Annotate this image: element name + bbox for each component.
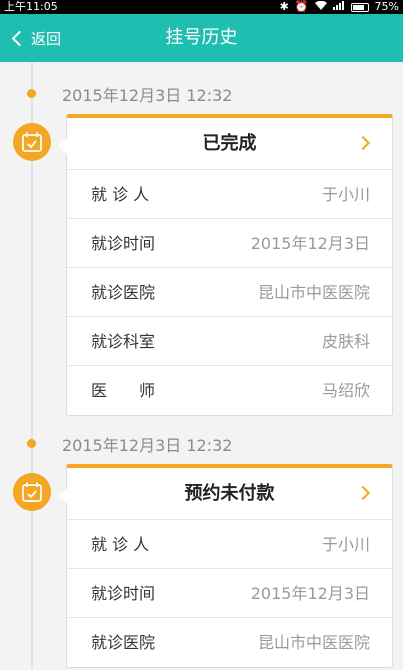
wifi-icon [314,0,327,14]
hospital-label: 就诊医院 [91,283,156,302]
doctor-label: 医 师 [91,381,156,400]
patient-label: 就 诊 人 [91,535,150,554]
record-datetime: 2015年12月3日 12:32 [62,86,233,105]
detail-row: 就诊时间 2015年12月3日 [67,219,392,268]
status-bar: 上午11:05 ✱ ⏰ 75% [0,0,403,14]
app-header: 返回 挂号历史 [0,14,403,62]
patient-value: 于小川 [321,535,370,554]
battery-text: 75% [374,0,399,13]
visit-time-value: 2015年12月3日 [250,584,370,603]
visit-time-value: 2015年12月3日 [250,234,370,253]
detail-row: 就 诊 人 于小川 [67,170,392,219]
signal-icon [332,0,345,14]
timeline-dot [27,89,36,98]
calendar-icon [13,473,51,511]
detail-row: 就诊医院 昆山市中医医院 [67,268,392,317]
department-value: 皮肤科 [321,332,370,351]
timeline-dot [27,439,36,448]
card-header[interactable]: 已完成 [67,118,392,170]
detail-row: 就 诊 人 于小川 [67,520,392,569]
card-header[interactable]: 预约未付款 [67,468,392,520]
page-title: 挂号历史 [165,27,238,48]
bluetooth-icon: ✱ [279,0,289,13]
detail-row: 医 师 马绍欣 [67,366,392,415]
appointment-card[interactable]: 已完成 就 诊 人 于小川 就诊时间 2015年12月3日 就诊医院 昆山市中医… [58,114,393,416]
detail-row: 就诊时间 2015年12月3日 [67,569,392,618]
patient-label: 就 诊 人 [91,185,150,204]
calendar-icon [13,123,51,161]
appointment-card[interactable]: 预约未付款 就 诊 人 于小川 就诊时间 2015年12月3日 就诊医院 昆山市… [58,464,393,668]
visit-time-label: 就诊时间 [91,584,156,603]
doctor-value: 马绍欣 [321,381,370,400]
visit-time-label: 就诊时间 [91,234,156,253]
detail-row: 就诊科室 皮肤科 [67,317,392,366]
hospital-label: 就诊医院 [91,633,156,652]
appointment-status: 预约未付款 [184,483,275,504]
hospital-value: 昆山市中医医院 [257,283,370,302]
detail-row: 就诊医院 昆山市中医医院 [67,618,392,667]
alarm-icon: ⏰ [294,0,309,13]
department-label: 就诊科室 [91,332,156,351]
hospital-value: 昆山市中医医院 [257,633,370,652]
chevron-right-icon [355,485,371,501]
status-icons: ✱ ⏰ 75% [280,0,399,14]
appointment-status: 已完成 [202,133,257,154]
patient-value: 于小川 [321,185,370,204]
battery-icon [350,2,369,12]
status-time: 上午11:05 [4,0,58,13]
record-datetime: 2015年12月3日 12:32 [62,436,233,455]
chevron-right-icon [355,135,371,151]
